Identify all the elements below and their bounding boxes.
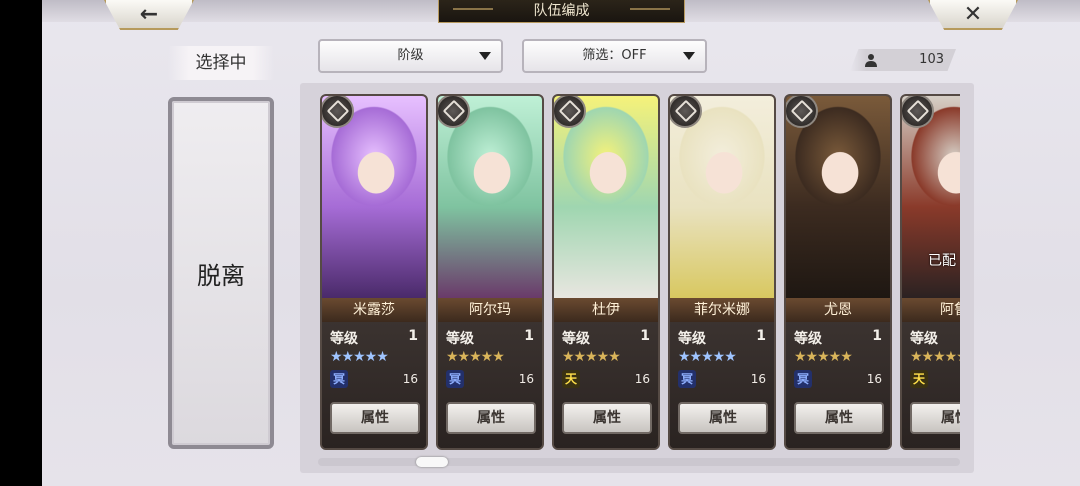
level-value: 1 <box>408 328 418 344</box>
horizontal-scrollbar[interactable] <box>318 457 960 467</box>
rarity-stars: ★★★★★ <box>446 349 505 365</box>
attribute-button[interactable]: 属性 <box>794 402 884 434</box>
character-stats: 等级 1 ★★★★★ 天 16 属性 <box>554 322 658 448</box>
character-card[interactable]: 阿尔玛 等级 1 ★★★★★ 冥 16 属性 <box>436 94 544 450</box>
character-stats: 等级 1 ★★★★★ 冥 16 属性 <box>322 322 426 448</box>
character-name: 尤恩 <box>786 298 890 322</box>
axe-icon <box>786 96 818 128</box>
user-icon <box>865 54 877 67</box>
level-value: 1 <box>524 328 534 344</box>
element-badge: 冥 <box>330 370 348 388</box>
character-name: 阿尔玛 <box>438 298 542 322</box>
character-stats: 等级 1 ★★★★★ 冥 16 属性 <box>670 322 774 448</box>
level-label: 等级 <box>794 331 822 347</box>
element-badge: 天 <box>910 370 928 388</box>
level-label: 等级 <box>562 331 590 347</box>
character-stats: 等级 1 ★★★★★ 冥 16 属性 <box>438 322 542 448</box>
filter-label: 筛选：OFF <box>582 48 647 63</box>
chevron-down-icon <box>683 52 695 60</box>
rank-sort-dropdown[interactable]: 阶级 <box>318 39 503 73</box>
selecting-label: 选择中 <box>168 46 274 80</box>
detach-button[interactable]: 脱离 <box>168 97 274 449</box>
level-label: 等级 <box>330 331 358 347</box>
attribute-button[interactable]: 属性 <box>330 402 420 434</box>
team-formation-screen: ← 队伍编成 ✕ 选择中 脱离 阶级 筛选：OFF 103 米露莎 等级 1 ★… <box>42 0 1080 486</box>
cost-value: 16 <box>634 372 650 386</box>
cost-value: 16 <box>750 372 766 386</box>
character-card[interactable]: 尤恩 等级 1 ★★★★★ 冥 16 属性 <box>784 94 892 450</box>
attribute-button[interactable]: 属性 <box>678 402 768 434</box>
unit-count: 103 <box>919 52 944 67</box>
attribute-button[interactable]: 属性 <box>910 402 960 434</box>
close-button[interactable]: ✕ <box>928 0 1018 30</box>
character-card[interactable]: 杜伊 等级 1 ★★★★★ 天 16 属性 <box>552 94 660 450</box>
element-badge: 冥 <box>794 370 812 388</box>
character-name: 杜伊 <box>554 298 658 322</box>
rarity-stars: ★★★★★ <box>678 349 737 365</box>
level-value: 1 <box>756 328 766 344</box>
element-badge: 冥 <box>678 370 696 388</box>
level-value: 1 <box>872 328 882 344</box>
cost-value: 16 <box>402 372 418 386</box>
rarity-stars: ★★★★★ <box>910 349 960 365</box>
sword-icon <box>902 96 934 128</box>
element-badge: 天 <box>562 370 580 388</box>
close-icon: ✕ <box>963 1 983 27</box>
level-label: 等级 <box>910 331 938 347</box>
filter-dropdown[interactable]: 筛选：OFF <box>522 39 707 73</box>
attribute-button[interactable]: 属性 <box>562 402 652 434</box>
level-value: 1 <box>640 328 650 344</box>
cost-value: 16 <box>518 372 534 386</box>
character-card[interactable]: 米露莎 等级 1 ★★★★★ 冥 16 属性 <box>320 94 428 450</box>
fist-icon <box>670 96 702 128</box>
character-card[interactable]: 菲尔米娜 等级 1 ★★★★★ 冥 16 属性 <box>668 94 776 450</box>
character-stats: 等级 1 ★★★★★ 冥 16 属性 <box>786 322 890 448</box>
assigned-tag: 已配 <box>928 253 956 269</box>
page-title: 队伍编成 <box>438 0 685 23</box>
character-stats: 等级 1 ★★★★★ 天 16 属性 <box>902 322 960 448</box>
character-name: 阿鲁 <box>902 298 960 322</box>
rarity-stars: ★★★★★ <box>562 349 621 365</box>
back-button[interactable]: ← <box>104 0 194 30</box>
attribute-button[interactable]: 属性 <box>446 402 536 434</box>
character-name: 米露莎 <box>322 298 426 322</box>
cost-value: 16 <box>866 372 882 386</box>
cards-viewport[interactable]: 米露莎 等级 1 ★★★★★ 冥 16 属性 阿尔玛 等级 1 ★★★★★ 冥 … <box>320 94 960 454</box>
character-card[interactable]: 已配 阿鲁 等级 1 ★★★★★ 天 16 属性 <box>900 94 960 450</box>
unit-count-box: 103 <box>850 49 956 71</box>
level-label: 等级 <box>446 331 474 347</box>
rarity-stars: ★★★★★ <box>794 349 853 365</box>
character-name: 菲尔米娜 <box>670 298 774 322</box>
arrow-icon <box>322 96 354 128</box>
roster-panel: 米露莎 等级 1 ★★★★★ 冥 16 属性 阿尔玛 等级 1 ★★★★★ 冥 … <box>300 83 974 473</box>
rank-sort-label: 阶级 <box>397 48 424 63</box>
level-label: 等级 <box>678 331 706 347</box>
element-badge: 冥 <box>446 370 464 388</box>
scrollbar-thumb[interactable] <box>416 457 448 467</box>
back-arrow-icon: ← <box>139 1 159 27</box>
detach-label: 脱离 <box>197 261 245 290</box>
chevron-down-icon <box>479 52 491 60</box>
bow-icon <box>438 96 470 128</box>
rarity-stars: ★★★★★ <box>330 349 389 365</box>
fist-icon <box>554 96 586 128</box>
